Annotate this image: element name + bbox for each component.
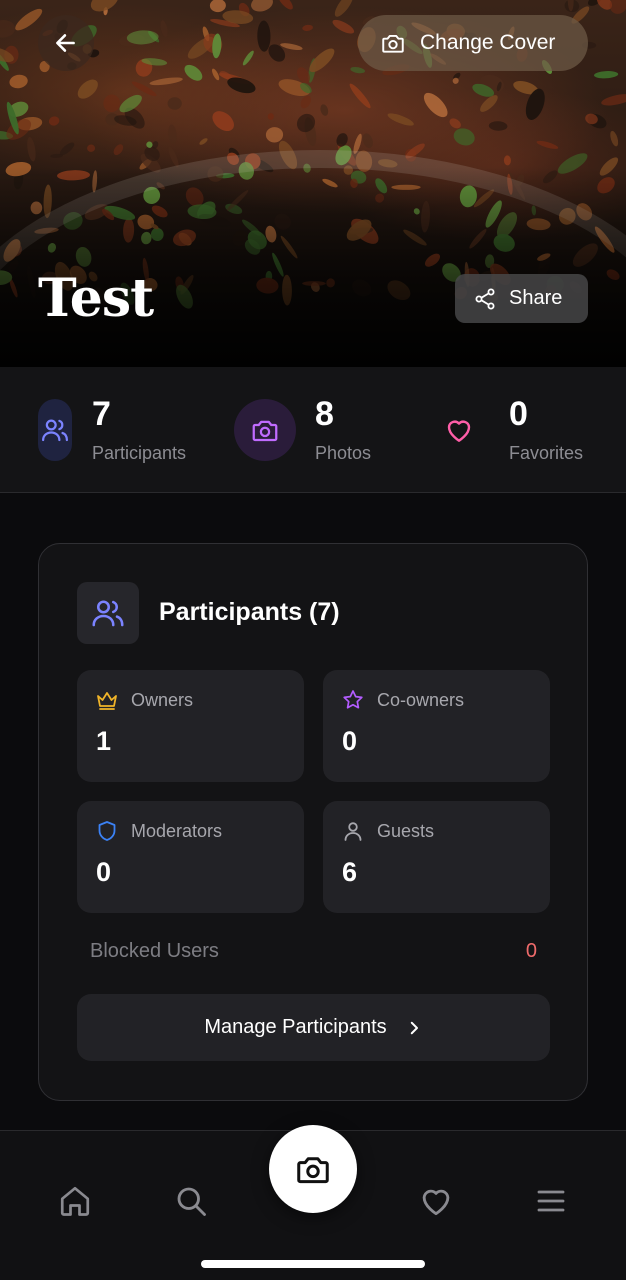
heart-icon [440, 399, 478, 461]
owners-count: 1 [96, 726, 112, 756]
arrow-left-icon [56, 34, 75, 52]
nav-menu[interactable] [531, 1181, 571, 1221]
blocked-users-label: Blocked Users [90, 940, 219, 962]
stat-participants[interactable]: 7 Participants [38, 367, 186, 493]
change-cover-label: Change Cover [420, 31, 556, 54]
role-moderators[interactable]: Moderators 0 [77, 801, 304, 913]
guests-count: 6 [342, 857, 358, 887]
cover-shade [0, 167, 626, 367]
share-icon [475, 288, 495, 309]
participants-label: Participants [92, 442, 187, 463]
favorites-label: Favorites [509, 442, 584, 463]
owners-label: Owners [131, 689, 194, 710]
blocked-users-count: 0 [525, 940, 537, 962]
share-button[interactable]: Share [455, 274, 588, 323]
bottom-nav [0, 1125, 626, 1280]
users-icon [77, 582, 139, 644]
role-co-owners[interactable]: Co-owners 0 [323, 670, 550, 782]
heart-icon [422, 1189, 450, 1216]
users-icon [38, 399, 72, 461]
menu-icon [537, 1190, 565, 1212]
chevron-right-icon [410, 1021, 418, 1034]
stat-photos[interactable]: 8 Photos [234, 367, 371, 493]
co-owners-label: Co-owners [377, 689, 465, 710]
moderators-count: 0 [96, 857, 112, 887]
home-icon [60, 1186, 90, 1216]
participants-count: 7 [92, 394, 111, 433]
manage-participants-button[interactable]: Manage Participants [77, 994, 550, 1061]
stat-favorites[interactable]: 0 Favorites [440, 367, 583, 493]
crown-icon [97, 692, 117, 710]
search-icon [177, 1187, 206, 1216]
home-indicator [201, 1260, 425, 1268]
co-owners-count: 0 [342, 726, 358, 756]
photos-label: Photos [315, 442, 372, 463]
participants-card-title: Participants (7) [159, 598, 340, 626]
nav-search[interactable] [171, 1181, 211, 1221]
album-title: Test [38, 268, 154, 329]
change-cover-button[interactable]: Change Cover [358, 15, 588, 71]
photos-count: 8 [315, 394, 334, 433]
camera-icon [234, 399, 296, 461]
cover-image: Change Cover Test Share [0, 0, 626, 367]
role-owners[interactable]: Owners 1 [77, 670, 304, 782]
stats-bar: 7 Participants 8 Photos 0 Favorites [0, 367, 626, 493]
favorites-count: 0 [509, 394, 528, 433]
shield-icon [98, 821, 116, 841]
participants-card: Participants (7) Owners 1 Co-owners 0 Mo… [38, 543, 588, 1101]
role-guests[interactable]: Guests 6 [323, 801, 550, 913]
guests-label: Guests [377, 820, 435, 841]
user-icon [344, 822, 362, 841]
star-icon [343, 690, 363, 709]
manage-participants-label: Manage Participants [204, 1016, 387, 1038]
camera-icon [382, 34, 404, 53]
back-button[interactable] [38, 15, 94, 71]
nav-home[interactable] [55, 1181, 95, 1221]
upload-photo-button[interactable] [269, 1125, 357, 1213]
moderators-label: Moderators [131, 820, 223, 841]
share-label: Share [509, 287, 563, 309]
nav-favorites[interactable] [416, 1181, 456, 1221]
camera-icon [297, 1157, 329, 1184]
